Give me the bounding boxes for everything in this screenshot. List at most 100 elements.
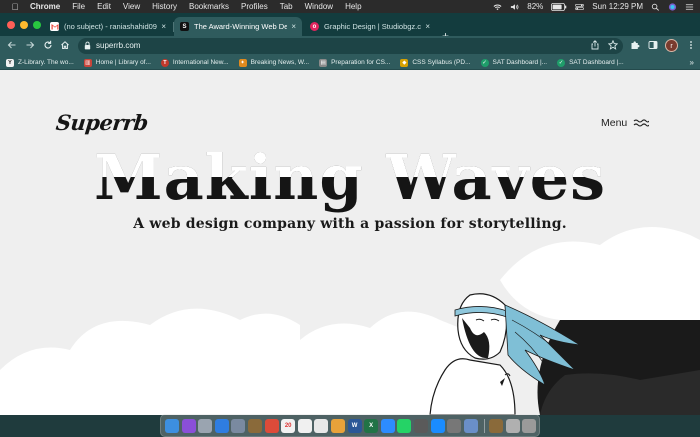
siri-icon[interactable] [181, 418, 196, 433]
bookmark-library-home[interactable]: ▥ Home | Library of... [83, 58, 151, 67]
finder-icon[interactable] [165, 418, 179, 433]
wifi-icon[interactable] [493, 3, 502, 11]
reload-button[interactable] [42, 40, 54, 52]
appstore-icon[interactable] [430, 418, 445, 433]
superrb-logo[interactable]: Superrb [55, 110, 149, 135]
word-icon[interactable]: W [347, 418, 362, 433]
extensions-icon[interactable] [630, 40, 640, 50]
bookmarks-overflow-icon[interactable]: » [690, 58, 694, 67]
bookmark-label: CSS Syllabus (PD... [412, 59, 471, 66]
more-vertical-icon[interactable] [686, 40, 696, 50]
z-library-icon: Y [6, 58, 14, 67]
menu-button[interactable]: Menu [601, 117, 650, 129]
photos-icon[interactable] [231, 418, 246, 433]
zoom-icon[interactable] [380, 418, 395, 433]
trash-icon[interactable] [522, 418, 537, 433]
tab-label: The Award-Winning Web Desig [194, 22, 288, 31]
window-zoom-button[interactable] [33, 21, 41, 29]
preview-icon[interactable] [463, 418, 478, 433]
excel-icon[interactable]: X [364, 418, 379, 433]
hero-subtitle: A web design company with a passion for … [133, 216, 567, 232]
macos-dock: 20 W X [160, 414, 540, 437]
app-icon[interactable] [413, 418, 428, 433]
bookmark-css-syllabus[interactable]: ◆ CSS Syllabus (PD... [400, 58, 471, 67]
safari-icon[interactable] [214, 418, 229, 433]
folder-icon[interactable] [489, 418, 504, 433]
profile-avatar[interactable]: r [665, 39, 678, 52]
lock-icon[interactable] [84, 41, 91, 50]
battery-icon[interactable] [551, 2, 567, 11]
tab-superrb[interactable]: S The Award-Winning Web Desig × [174, 17, 302, 36]
document-icon: ▤ [319, 58, 328, 67]
menubar-clock[interactable]: Sun 12:29 PM [592, 2, 643, 11]
photos-app-icon[interactable] [330, 418, 345, 433]
menu-label: Menu [601, 117, 628, 129]
hero-title-text-highlight: Making Waves [94, 145, 606, 177]
window-close-button[interactable] [7, 21, 15, 29]
spotlight-search-icon[interactable] [651, 3, 660, 11]
wave-menu-icon [633, 119, 650, 127]
bookmark-star-icon[interactable] [608, 40, 618, 50]
bookmark-breaking-news[interactable]: ✦ Breaking News, W... [238, 58, 310, 67]
notification-center-icon[interactable] [685, 3, 694, 11]
back-button[interactable] [6, 40, 18, 52]
siri-menubar-icon[interactable] [668, 2, 677, 11]
close-icon[interactable]: × [425, 22, 430, 31]
hero-title-highlight: Making Waves [0, 145, 700, 177]
downloads-icon[interactable] [505, 418, 520, 433]
bookmark-sat-dashboard-2[interactable]: ✓ SAT Dashboard |... [557, 58, 624, 67]
share-icon[interactable] [590, 40, 600, 50]
window-minimize-button[interactable] [20, 21, 28, 29]
close-icon[interactable]: × [161, 22, 166, 31]
menu-window[interactable]: Window [305, 2, 333, 11]
menu-tab[interactable]: Tab [280, 2, 293, 11]
bookmark-z-library[interactable]: Y Z-Library. The wo... [6, 58, 74, 67]
bookmark-sat-dashboard-1[interactable]: ✓ SAT Dashboard |... [480, 58, 548, 67]
notes-icon[interactable] [247, 418, 262, 433]
bookmark-label: Breaking News, W... [250, 59, 310, 66]
menu-history[interactable]: History [152, 2, 177, 11]
bookmark-international-news[interactable]: T International New... [160, 58, 229, 67]
bookmark-label: SAT Dashboard |... [492, 59, 548, 66]
menu-bookmarks[interactable]: Bookmarks [189, 2, 229, 11]
sat-icon: ✓ [557, 58, 566, 67]
forward-button[interactable] [24, 40, 36, 52]
menu-view[interactable]: View [123, 2, 140, 11]
tab-gmail[interactable]: (no subject) - raniashahid09@ × [44, 17, 172, 36]
web-page: Superrb Menu Making Waves Making Waves A… [0, 70, 700, 415]
home-icon [61, 41, 69, 49]
tab-studiobgz[interactable]: o Graphic Design | Studiobgz.co × [304, 17, 436, 36]
menu-file[interactable]: File [72, 2, 85, 11]
menu-app-name[interactable]: Chrome [30, 2, 60, 11]
control-center-icon[interactable] [575, 3, 585, 11]
home-button[interactable] [59, 40, 71, 52]
arrow-left-icon [7, 41, 16, 49]
tab-label: Graphic Design | Studiobgz.co [324, 22, 422, 31]
library-icon: ▥ [83, 58, 92, 67]
side-panel-icon[interactable] [648, 40, 658, 50]
apple-icon[interactable]:  [10, 2, 20, 12]
launchpad-icon[interactable] [198, 418, 213, 433]
chrome-icon[interactable] [264, 418, 279, 433]
calendar-icon[interactable]: 20 [281, 418, 296, 433]
bookmark-css-preparation[interactable]: ▤ Preparation for CS... [319, 58, 390, 67]
browser-toolbar: superrb.com r [0, 36, 700, 56]
system-preferences-icon[interactable] [447, 418, 462, 433]
textedit-icon[interactable] [314, 418, 329, 433]
gmail-icon [50, 22, 59, 31]
studio-favicon: o [310, 22, 319, 31]
battery-percent: 82% [527, 2, 544, 11]
url-text: superrb.com [96, 41, 141, 50]
browser-tab-strip: (no subject) - raniashahid09@ × S The Aw… [0, 13, 700, 42]
close-icon[interactable]: × [291, 22, 296, 31]
menu-profiles[interactable]: Profiles [241, 2, 268, 11]
volume-icon[interactable] [510, 3, 519, 11]
reminders-icon[interactable] [297, 418, 312, 433]
macos-menu-bar:  Chrome File Edit View History Bookmark… [0, 0, 700, 13]
menu-edit[interactable]: Edit [97, 2, 111, 11]
menu-help[interactable]: Help [345, 2, 361, 11]
whatsapp-icon[interactable] [397, 418, 412, 433]
address-bar[interactable]: superrb.com [78, 38, 623, 54]
tab-label: (no subject) - raniashahid09@ [64, 22, 158, 31]
drive-icon: ◆ [400, 58, 409, 67]
